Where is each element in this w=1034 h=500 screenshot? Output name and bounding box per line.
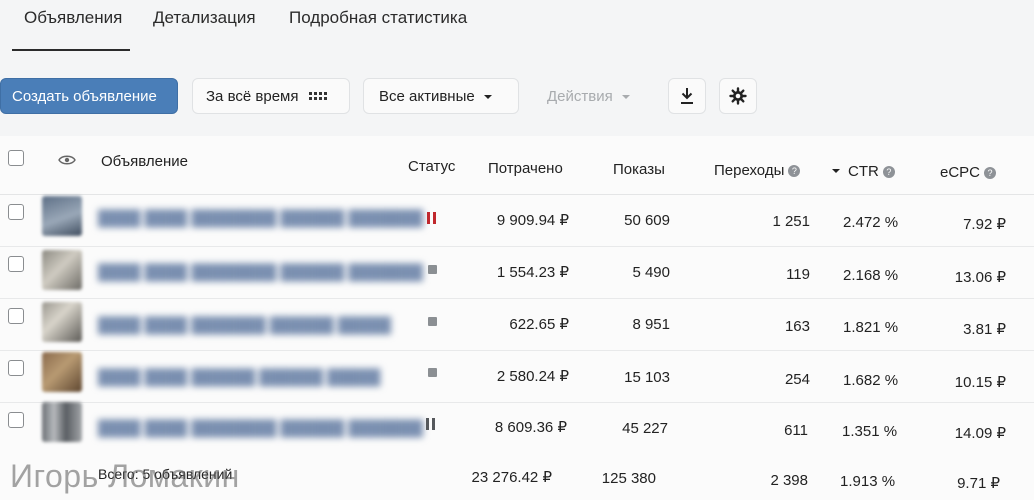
- ad-title-blurred[interactable]: ████ ████ ████████ ██████ ███████: [98, 264, 423, 281]
- settings-button[interactable]: [719, 78, 757, 114]
- total-spent: 23 276.42 ₽: [471, 469, 552, 486]
- column-ad[interactable]: Объявление: [101, 153, 188, 170]
- ctr-cell: 1.682 %: [843, 372, 899, 389]
- tab-ads[interactable]: Объявления: [11, 8, 131, 51]
- chevron-down-icon: [483, 95, 492, 99]
- tab-bar: Объявления Детализация Подробная статист…: [0, 0, 1034, 52]
- status-filter-label: Все активные: [379, 87, 475, 105]
- column-clicks-label: Переходы: [714, 162, 785, 179]
- column-ecpc-label: eCPC: [940, 164, 981, 181]
- ecpc-cell: 3.81 ₽: [963, 321, 1006, 338]
- tab-details[interactable]: Детализация: [153, 8, 256, 28]
- spent-cell: 1 554.23 ₽: [496, 264, 569, 281]
- download-icon: [681, 88, 693, 104]
- impressions-cell: 45 227: [622, 420, 668, 437]
- ecpc-cell: 7.92 ₽: [963, 216, 1006, 233]
- status-stopped-icon[interactable]: [428, 317, 437, 326]
- ad-thumbnail: [42, 302, 82, 342]
- create-ad-button[interactable]: Создать объявление: [0, 78, 178, 114]
- row-checkbox[interactable]: [8, 256, 24, 272]
- spent-cell: 622.65 ₽: [509, 316, 569, 333]
- row-checkbox[interactable]: [8, 360, 24, 376]
- table-row[interactable]: ████ ████ ███████ ██████ █████ 622.65 ₽ …: [0, 298, 1034, 351]
- status-stopped-icon[interactable]: [428, 265, 437, 274]
- ecpc-cell: 10.15 ₽: [954, 374, 1006, 391]
- impressions-cell: 50 609: [624, 212, 670, 229]
- table-row[interactable]: ████ ████ ██████ ██████ █████ 2 580.24 ₽…: [0, 350, 1034, 403]
- help-icon[interactable]: ?: [882, 166, 895, 178]
- total-clicks: 2 398: [770, 472, 808, 489]
- ad-thumbnail: [42, 196, 82, 236]
- status-paused-icon[interactable]: [427, 212, 437, 224]
- eye-icon[interactable]: [58, 154, 76, 166]
- create-ad-label: Создать объявление: [12, 87, 157, 105]
- table-row[interactable]: ████ ████ ████████ ██████ ███████ 8 609.…: [0, 402, 1034, 446]
- impressions-cell: 15 103: [624, 369, 670, 386]
- actions-dropdown[interactable]: Действия: [533, 78, 655, 114]
- status-paused-icon[interactable]: [426, 418, 436, 430]
- total-ecpc: 9.71 ₽: [957, 475, 1000, 492]
- clicks-cell: 611: [784, 422, 808, 439]
- actions-label: Действия: [547, 87, 613, 105]
- table-header: Объявление Статус Потрачено Показы Перех…: [0, 136, 1034, 195]
- table-row[interactable]: ████ ████ ████████ ██████ ███████ 9 909.…: [0, 194, 1034, 247]
- row-checkbox[interactable]: [8, 412, 24, 428]
- spent-cell: 9 909.94 ₽: [496, 212, 569, 229]
- ad-title-blurred[interactable]: ████ ████ ████████ ██████ ███████: [98, 420, 423, 437]
- clicks-cell: 1 251: [772, 213, 810, 230]
- total-ctr: 1.913 %: [840, 473, 896, 490]
- select-all-checkbox[interactable]: [8, 150, 24, 166]
- ad-thumbnail: [42, 352, 82, 392]
- column-ecpc[interactable]: eCPC?: [940, 164, 997, 181]
- status-stopped-icon[interactable]: [428, 368, 437, 377]
- column-clicks[interactable]: Переходы?: [714, 162, 801, 179]
- spent-cell: 2 580.24 ₽: [496, 368, 569, 385]
- ad-title-blurred[interactable]: ████ ████ ██████ ██████ █████: [98, 369, 380, 386]
- column-status[interactable]: Статус: [408, 158, 455, 175]
- ad-thumbnail: [42, 250, 82, 290]
- help-icon[interactable]: ?: [984, 167, 997, 179]
- column-impressions[interactable]: Показы: [613, 161, 665, 178]
- ad-thumbnail: [42, 402, 82, 442]
- ctr-cell: 2.168 %: [843, 267, 899, 284]
- sort-desc-icon: [832, 169, 840, 173]
- ecpc-cell: 13.06 ₽: [954, 269, 1006, 286]
- ctr-cell: 1.821 %: [843, 319, 899, 336]
- period-label: За всё время: [206, 87, 299, 105]
- column-ctr[interactable]: CTR?: [832, 163, 895, 180]
- row-checkbox[interactable]: [8, 308, 24, 324]
- watermark: Игорь Ломакин: [10, 458, 240, 494]
- calendar-grid-icon: [309, 92, 328, 100]
- clicks-cell: 163: [784, 318, 810, 335]
- period-select[interactable]: За всё время: [192, 78, 350, 114]
- row-checkbox[interactable]: [8, 204, 24, 220]
- ads-table: Объявление Статус Потрачено Показы Перех…: [0, 136, 1034, 500]
- chevron-down-icon: [621, 95, 630, 99]
- column-ctr-label: CTR: [848, 163, 879, 180]
- tab-statistics[interactable]: Подробная статистика: [289, 8, 467, 28]
- gear-icon: [729, 87, 747, 105]
- download-button[interactable]: [668, 78, 706, 114]
- ecpc-cell: 14.09 ₽: [954, 425, 1006, 442]
- impressions-cell: 8 951: [632, 316, 670, 333]
- ctr-cell: 1.351 %: [842, 423, 898, 440]
- help-icon[interactable]: ?: [788, 165, 801, 177]
- clicks-cell: 254: [784, 371, 810, 388]
- total-impressions: 125 380: [601, 470, 656, 487]
- status-filter-select[interactable]: Все активные: [363, 78, 519, 114]
- ad-title-blurred[interactable]: ████ ████ ███████ ██████ █████: [98, 317, 391, 334]
- table-row[interactable]: ████ ████ ████████ ██████ ███████ 1 554.…: [0, 246, 1034, 299]
- spent-cell: 8 609.36 ₽: [494, 419, 567, 436]
- ctr-cell: 2.472 %: [843, 214, 899, 231]
- column-spent[interactable]: Потрачено: [488, 160, 563, 177]
- ad-title-blurred[interactable]: ████ ████ ████████ ██████ ███████: [98, 210, 423, 227]
- impressions-cell: 5 490: [632, 264, 670, 281]
- clicks-cell: 119: [786, 266, 810, 283]
